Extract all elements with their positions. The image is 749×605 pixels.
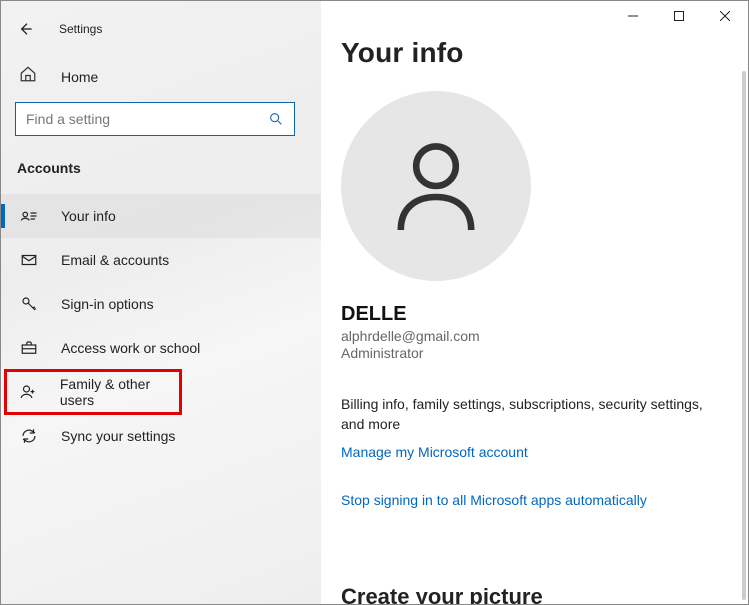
sidebar-item-access-work-school[interactable]: Access work or school	[1, 326, 321, 370]
maximize-icon	[674, 11, 684, 21]
sidebar-item-label: Family & other users	[60, 376, 181, 408]
sidebar-item-label: Sign-in options	[61, 296, 154, 312]
sidebar-item-label: Email & accounts	[61, 252, 169, 268]
close-button[interactable]	[702, 1, 748, 31]
stop-signing-in-link[interactable]: Stop signing in to all Microsoft apps au…	[341, 492, 647, 508]
close-icon	[720, 11, 730, 21]
titlebar-left: Settings	[1, 9, 321, 57]
key-icon	[19, 294, 39, 314]
search-input[interactable]	[26, 111, 268, 127]
search-input-wrap[interactable]	[15, 102, 295, 136]
sidebar-section-header: Accounts	[1, 154, 321, 194]
person-plus-icon	[19, 382, 38, 402]
user-name: DELLE	[341, 303, 728, 326]
sidebar-item-family-other-users[interactable]: Family & other users	[5, 370, 181, 414]
manage-account-link[interactable]: Manage my Microsoft account	[341, 444, 528, 460]
sidebar-nav: Your info Email & accounts Sign-in optio…	[1, 194, 321, 458]
home-nav-item[interactable]: Home	[1, 57, 321, 102]
person-icon	[381, 131, 491, 241]
sync-icon	[19, 426, 39, 446]
sidebar: Settings Home Accounts Your info	[1, 1, 321, 604]
sidebar-item-your-info[interactable]: Your info	[1, 194, 321, 238]
sidebar-item-email-accounts[interactable]: Email & accounts	[1, 238, 321, 282]
maximize-button[interactable]	[656, 1, 702, 31]
sidebar-item-label: Your info	[61, 208, 116, 224]
window-controls	[321, 1, 748, 31]
briefcase-icon	[19, 338, 39, 358]
scrollbar[interactable]	[742, 71, 746, 600]
minimize-icon	[628, 11, 638, 21]
sidebar-item-label: Access work or school	[61, 340, 200, 356]
user-role: Administrator	[341, 345, 728, 361]
back-button[interactable]	[9, 13, 41, 45]
main-panel: Your info DELLE alphrdelle@gmail.com Adm…	[321, 1, 748, 604]
sidebar-item-signin-options[interactable]: Sign-in options	[1, 282, 321, 326]
home-label: Home	[61, 69, 98, 85]
user-email: alphrdelle@gmail.com	[341, 328, 728, 344]
sidebar-item-label: Sync your settings	[61, 428, 175, 444]
page-title: Your info	[341, 37, 728, 69]
create-picture-heading: Create your picture	[341, 584, 543, 604]
home-icon	[19, 65, 37, 88]
sidebar-item-sync-settings[interactable]: Sync your settings	[1, 414, 321, 458]
app-title: Settings	[59, 22, 102, 36]
billing-info-text: Billing info, family settings, subscript…	[341, 395, 721, 434]
minimize-button[interactable]	[610, 1, 656, 31]
mail-icon	[19, 250, 39, 270]
avatar	[341, 91, 531, 281]
person-card-icon	[19, 206, 39, 226]
content-area: Your info DELLE alphrdelle@gmail.com Adm…	[321, 31, 748, 604]
arrow-left-icon	[17, 21, 33, 37]
search-icon	[268, 111, 284, 127]
